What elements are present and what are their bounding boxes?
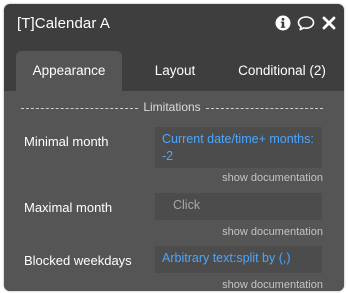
minimal-month-show-documentation-link[interactable]: show documentation xyxy=(222,172,323,184)
title-bar: [T]Calendar A xyxy=(4,4,344,44)
minimal-month-label: Minimal month xyxy=(24,134,109,149)
section-header-limitations: Limitations xyxy=(21,100,324,114)
element-title: [T]Calendar A xyxy=(17,15,111,32)
appearance-content: Limitations Minimal month Current date/t… xyxy=(4,91,344,291)
tab-conditional[interactable]: Conditional (2) xyxy=(222,51,342,91)
divider xyxy=(205,107,324,109)
blocked-weekdays-label: Blocked weekdays xyxy=(24,253,132,268)
property-editor-panel: [T]Calendar A Appearance Layout Conditio… xyxy=(4,4,344,291)
minimal-month-field[interactable]: Current date/time+ months: -2 xyxy=(155,127,322,168)
blocked-weekdays-show-documentation-link[interactable]: show documentation xyxy=(222,279,323,291)
tab-layout[interactable]: Layout xyxy=(136,51,214,91)
comment-icon[interactable] xyxy=(297,14,315,32)
info-icon[interactable] xyxy=(274,14,292,32)
maximal-month-show-documentation-link[interactable]: show documentation xyxy=(222,226,323,238)
title-actions xyxy=(274,14,338,32)
close-icon[interactable] xyxy=(320,14,338,32)
section-title: Limitations xyxy=(143,100,201,114)
blocked-weekdays-field[interactable]: Arbitrary text:split by (,) xyxy=(155,246,322,273)
maximal-month-field[interactable]: Click xyxy=(155,193,322,220)
maximal-month-label: Maximal month xyxy=(24,200,113,215)
divider xyxy=(21,107,139,109)
tab-appearance[interactable]: Appearance xyxy=(16,51,122,91)
tab-bar: Appearance Layout Conditional (2) xyxy=(4,51,344,91)
